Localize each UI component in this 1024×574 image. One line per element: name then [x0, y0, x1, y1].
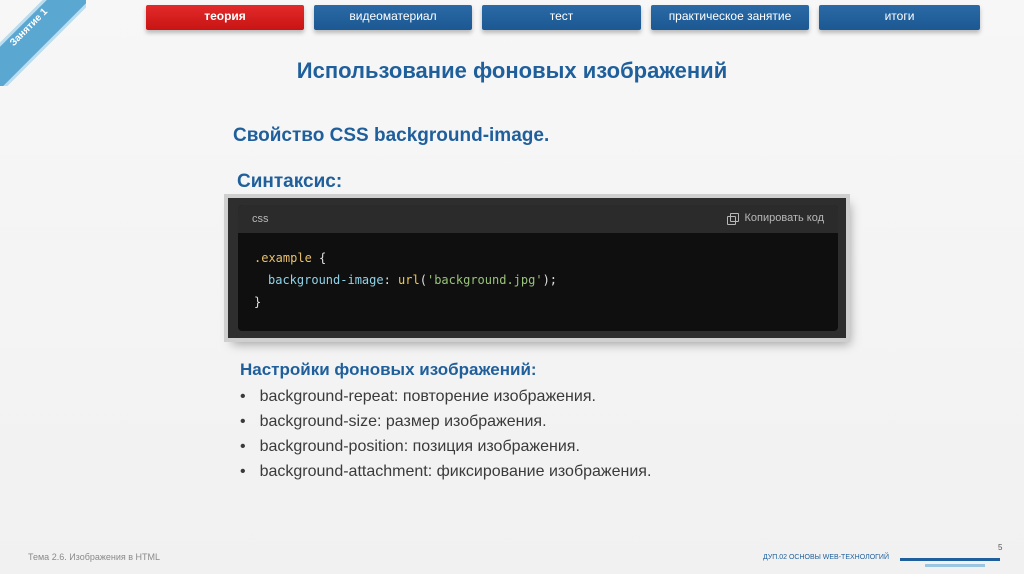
code-line-1: .example { [254, 247, 838, 269]
list-item: background-repeat: повторение изображени… [240, 384, 651, 409]
list-item: background-size: размер изображения. [240, 409, 651, 434]
code-function: url [398, 273, 420, 287]
code-line-2: background-image: url('background.jpg'); [254, 269, 838, 291]
slide: Занятие 1 теория видеоматериал тест прак… [0, 0, 1024, 574]
copy-icon [727, 212, 740, 225]
copy-code-label: Копировать код [744, 212, 824, 224]
code-block: css Копировать код .example { background… [238, 205, 838, 331]
code-header: css Копировать код [238, 205, 838, 233]
page-title: Использование фоновых изображений [296, 58, 728, 83]
code-paren-close: ); [542, 273, 558, 287]
tab-results[interactable]: итоги [819, 5, 980, 30]
list-item: background-position: позиция изображения… [240, 434, 651, 459]
settings-heading: Настройки фоновых изображений: [240, 360, 537, 379]
footer-accent-line-light [925, 564, 985, 567]
code-selector: .example [254, 251, 312, 265]
section-subtitle: Свойство CSS background-image. [233, 125, 550, 146]
list-item: background-attachment: фиксирование изоб… [240, 459, 652, 484]
tab-theory[interactable]: теория [146, 5, 304, 30]
tab-video[interactable]: видеоматериал [314, 5, 472, 30]
code-colon: : [383, 273, 399, 287]
code-paren-open: ( [419, 273, 427, 287]
settings-list: background-repeat: повторение изображени… [240, 384, 652, 484]
settings-section: Настройки фоновых изображений: backgroun… [240, 360, 651, 484]
copy-code-button[interactable]: Копировать код [727, 212, 824, 225]
footer-topic: Тема 2.6. Изображения в HTML [28, 552, 161, 562]
tab-test[interactable]: тест [482, 5, 641, 30]
code-open-brace: { [311, 251, 327, 265]
code-line-3: } [254, 291, 838, 313]
tab-practice[interactable]: практическое занятие [651, 5, 809, 30]
syntax-label: Синтаксис: [237, 171, 343, 192]
footer-accent-line [900, 558, 1000, 561]
code-string: 'background.jpg' [426, 273, 543, 287]
code-property: background-image [268, 273, 384, 287]
top-navigation: теория видеоматериал тест практическое з… [146, 5, 980, 30]
footer-course: ДУП.02 ОСНОВЫ WEB-ТЕХНОЛОГИЙ [763, 554, 889, 561]
code-close-brace: } [254, 295, 262, 309]
page-number: 5 [998, 543, 1003, 552]
code-body: .example { background-image: url('backgr… [238, 233, 838, 313]
code-language: css [252, 213, 269, 225]
code-screenshot: css Копировать код .example { background… [228, 198, 846, 338]
